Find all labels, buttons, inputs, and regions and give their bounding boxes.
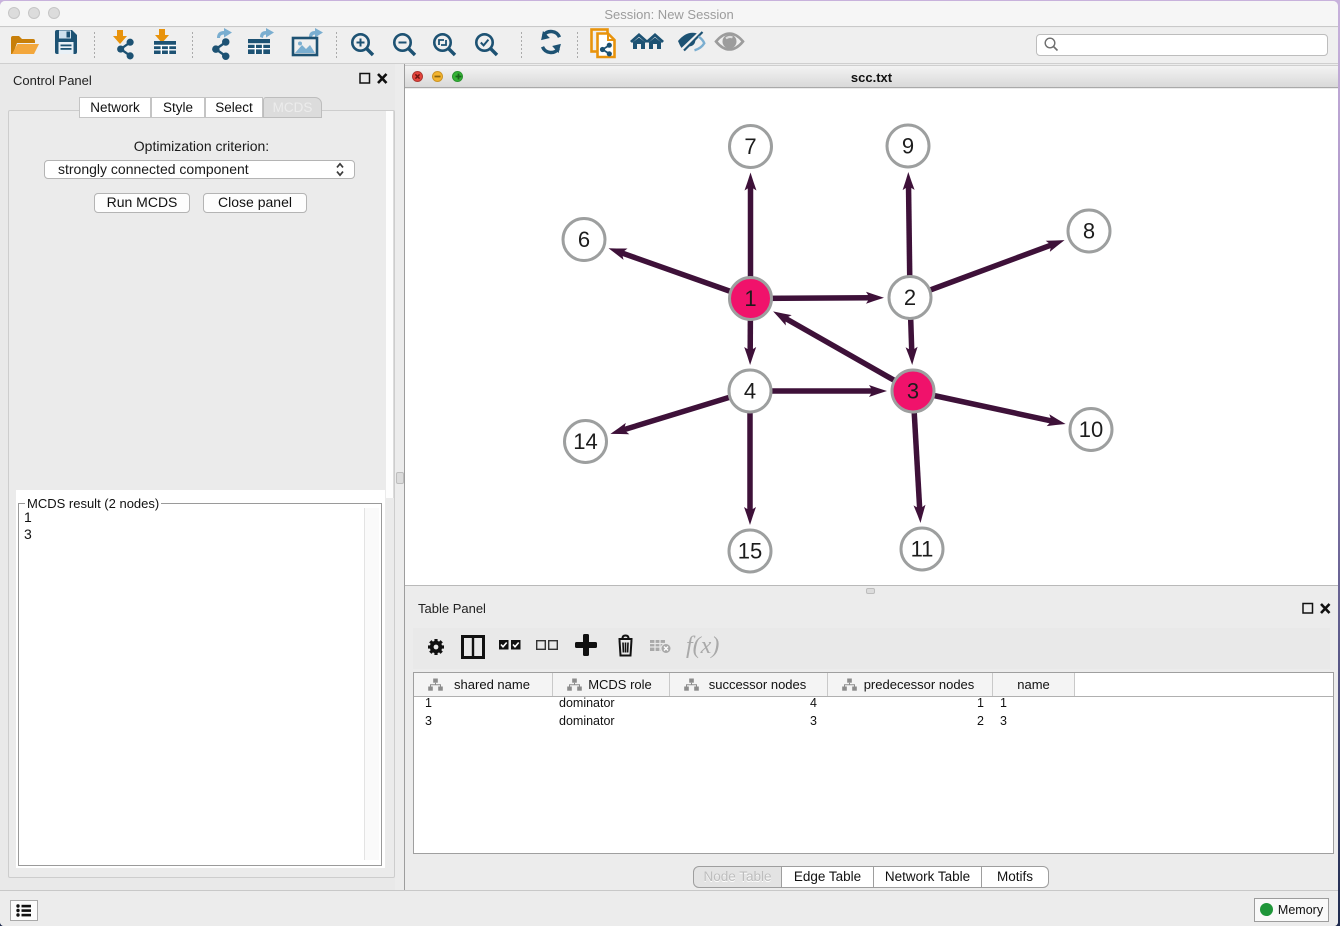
svg-text:15: 15: [738, 539, 762, 564]
svg-text:9: 9: [902, 134, 914, 159]
svg-text:7: 7: [744, 134, 756, 159]
svg-text:4: 4: [744, 379, 756, 404]
svg-text:3: 3: [907, 379, 919, 404]
svg-text:2: 2: [904, 285, 916, 310]
svg-text:f(x): f(x): [686, 633, 719, 659]
svg-text:8: 8: [1083, 219, 1095, 244]
svg-text:1: 1: [744, 286, 756, 311]
svg-text:10: 10: [1079, 417, 1103, 442]
svg-text:6: 6: [578, 227, 590, 252]
svg-text:14: 14: [573, 429, 597, 454]
svg-text:11: 11: [911, 537, 934, 562]
